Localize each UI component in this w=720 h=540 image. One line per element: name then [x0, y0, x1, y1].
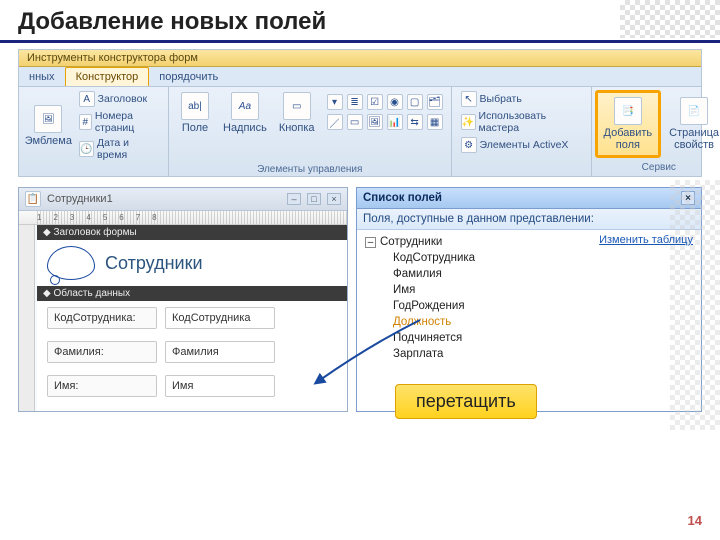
field-label[interactable]: КодСотрудника:	[47, 307, 157, 329]
ribbon-btn-label: Эмблема	[25, 135, 72, 147]
image-icon[interactable]: 🖼	[367, 114, 383, 130]
vertical-ruler	[19, 225, 35, 411]
ribbon-btn-propsheet[interactable]: 📄 Страница свойств	[665, 95, 720, 153]
field-list-table-name: Сотрудники	[380, 236, 442, 248]
emblem-icon: 🖼	[34, 105, 62, 133]
slide-title: Добавление новых полей	[0, 0, 720, 43]
ribbon-tab-constructor[interactable]: Конструктор	[65, 67, 150, 86]
ribbon-btn-label[interactable]: Aa Надпись	[219, 90, 271, 136]
ribbon-btn-header[interactable]: AЗаголовок	[76, 90, 162, 108]
frame-icon[interactable]: ▢	[407, 94, 423, 110]
section-detail-bar[interactable]: ◆ Область данных	[37, 286, 347, 301]
field-list-item[interactable]: Зарплата	[393, 346, 693, 362]
ribbon-btn-field[interactable]: ab| Поле	[175, 90, 215, 136]
minimize-button[interactable]: –	[287, 193, 301, 205]
label-icon: Aa	[231, 92, 259, 120]
field-list-titlebar[interactable]: Список полей ×	[357, 188, 701, 209]
ribbon-btn-addfields-highlight: 📑 Добавить поля	[595, 90, 662, 158]
header-icon: A	[79, 91, 95, 107]
pointer-icon: ↖	[461, 91, 477, 107]
ribbon-btn-addfields[interactable]: 📑 Добавить поля	[600, 95, 657, 153]
edit-table-link[interactable]: Изменить таблицу	[599, 234, 693, 246]
drag-arrow	[310, 315, 430, 395]
combo-icon[interactable]: ▾	[327, 94, 343, 110]
form-window-titlebar[interactable]: 📋 Сотрудники1 – □ ×	[19, 188, 347, 211]
addfields-icon: 📑	[614, 97, 642, 125]
field-bound[interactable]: КодСотрудника	[165, 307, 275, 329]
ribbon-btn-activex[interactable]: ⚙Элементы ActiveX	[458, 136, 585, 154]
ribbon-tab-fragment[interactable]: нных	[19, 68, 65, 86]
pagenum-icon: #	[79, 114, 92, 130]
field-list-item[interactable]: Имя	[393, 282, 693, 298]
ribbon-btn-button[interactable]: ▭ Кнопка	[275, 90, 319, 136]
field-list-item[interactable]: ГодРождения	[393, 298, 693, 314]
wand-icon: ✨	[461, 114, 476, 130]
field-list-title: Список полей	[363, 192, 442, 204]
field-list-item[interactable]: КодСотрудника	[393, 250, 693, 266]
ribbon-group-controls-label: Элементы управления	[175, 162, 445, 175]
ribbon-btn-select[interactable]: ↖Выбрать	[458, 90, 585, 108]
ribbon-btn-wizard[interactable]: ✨Использовать мастера	[458, 109, 585, 135]
activex-icon: ⚙	[461, 137, 477, 153]
form-icon: 📋	[25, 191, 41, 207]
ribbon-context-tab: Инструменты конструктора форм	[19, 50, 701, 67]
form-designer-window: 📋 Сотрудники1 – □ × 12345678 ◆ Заголовок…	[18, 187, 348, 412]
field-label[interactable]: Фамилия:	[47, 341, 157, 363]
sub-icon[interactable]: ▦	[427, 114, 443, 130]
drag-callout: перетащить	[395, 384, 537, 419]
field-list-subtitle: Поля, доступные в данном представлении:	[357, 209, 701, 230]
thought-bubble-icon	[47, 246, 95, 280]
form-field-row[interactable]: Имя: Имя	[37, 369, 347, 403]
propsheet-icon: 📄	[680, 97, 708, 125]
check-icon[interactable]: ☑	[367, 94, 383, 110]
list-icon[interactable]: ≣	[347, 94, 363, 110]
line-icon[interactable]: ／	[327, 114, 343, 130]
option-icon[interactable]: ◉	[387, 94, 403, 110]
field-list-item[interactable]: Подчиняется	[393, 330, 693, 346]
field-bound[interactable]: Имя	[165, 375, 275, 397]
field-list-item[interactable]: Фамилия	[393, 266, 693, 282]
field-list-item[interactable]: Должность	[393, 314, 693, 330]
tree-collapse-icon[interactable]: –	[365, 237, 376, 248]
button-icon: ▭	[283, 92, 311, 120]
ribbon-group-tools-label: Сервис	[595, 160, 720, 173]
form-field-row[interactable]: Фамилия: Фамилия	[37, 335, 347, 369]
form-window-title: Сотрудники1	[47, 193, 113, 205]
form-header-area[interactable]: Сотрудники	[37, 240, 347, 286]
page-number: 14	[688, 513, 702, 528]
textbox-icon: ab|	[181, 92, 209, 120]
field-label[interactable]: Имя:	[47, 375, 157, 397]
ribbon-btn-emblem[interactable]: 🖼 Эмблема	[25, 103, 72, 149]
datetime-icon: 🕒	[79, 141, 94, 157]
ribbon: Инструменты конструктора форм нных Конст…	[18, 49, 702, 177]
field-bound[interactable]: Фамилия	[165, 341, 275, 363]
close-button[interactable]: ×	[327, 193, 341, 205]
ribbon-btn-datetime[interactable]: 🕒Дата и время	[76, 136, 162, 162]
horizontal-ruler: 12345678	[19, 211, 347, 225]
rect-icon[interactable]: ▭	[347, 114, 363, 130]
ribbon-btn-pagenum[interactable]: #Номера страниц	[76, 109, 162, 135]
form-title-label: Сотрудники	[105, 253, 203, 274]
toggle-icon[interactable]: ⇆	[407, 114, 423, 130]
form-field-row[interactable]: КодСотрудника: КодСотрудника	[37, 301, 347, 335]
maximize-button[interactable]: □	[307, 193, 321, 205]
tab-icon[interactable]: 🗂	[427, 94, 443, 110]
chart-icon[interactable]: 📊	[387, 114, 403, 130]
ribbon-tab-arrange[interactable]: порядочить	[149, 68, 228, 86]
section-header-bar[interactable]: ◆ Заголовок формы	[37, 225, 347, 240]
